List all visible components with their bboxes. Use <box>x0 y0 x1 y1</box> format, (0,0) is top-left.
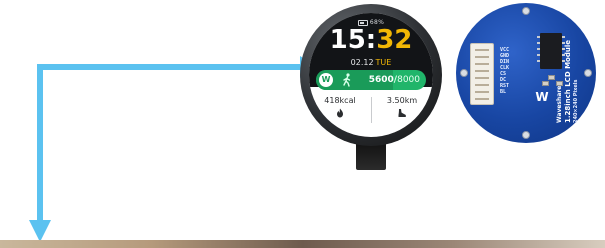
date-line: 02.12 TUE <box>309 58 433 67</box>
steps-count: 5600/8000 <box>369 70 420 90</box>
pcb-silkscreen-text: Waveshare 1.28inch LCD Module 240×240 Pi… <box>556 13 579 123</box>
product-photo-scene: 68% 15:32 02.12 TUE W 5600/8000 418kcal … <box>0 0 605 248</box>
round-lcd-display: 68% 15:32 02.12 TUE W 5600/8000 418kcal … <box>296 0 446 175</box>
mounting-hole <box>522 7 530 15</box>
smd-component <box>548 75 555 80</box>
calories-value: 418kcal <box>324 96 356 105</box>
mounting-hole <box>584 69 592 77</box>
distance-stat: 3.50km <box>371 95 433 118</box>
distance-value: 3.50km <box>386 96 418 105</box>
smd-component <box>542 81 549 86</box>
lcd-screen: 68% 15:32 02.12 TUE W 5600/8000 418kcal … <box>309 13 433 137</box>
clock-minutes: 32 <box>376 25 413 55</box>
board-model: 1.28inch LCD Module <box>564 40 572 123</box>
photo-strip-bottom <box>0 240 605 248</box>
board-brand: Waveshare <box>556 85 563 123</box>
clock-time: 15:32 <box>309 27 433 53</box>
lcd-module-pcb: VCC GND DIN CLK CS DC RST BL W Waveshare… <box>456 3 596 143</box>
clock-separator: : <box>365 25 377 55</box>
pin-labels: VCC GND DIN CLK CS DC RST BL <box>500 47 509 95</box>
walking-icon <box>341 73 353 87</box>
date-day: 02.12 <box>350 58 374 67</box>
calories-stat: 418kcal <box>309 95 371 118</box>
waveshare-logo-icon: W <box>319 73 333 87</box>
mounting-hole <box>522 131 530 139</box>
pin-header-connector <box>470 43 494 105</box>
waveshare-board-logo-icon: W <box>535 90 549 104</box>
activity-stats: 418kcal 3.50km <box>309 95 433 137</box>
pin-label: BL <box>500 89 507 95</box>
steps-current: 5600 <box>368 75 394 85</box>
board-resolution: 240×240 Pixels <box>573 79 579 124</box>
date-weekday: TUE <box>375 58 392 67</box>
steps-progress-bar: W 5600/8000 <box>316 70 426 90</box>
steps-goal: 8000 <box>397 75 420 85</box>
mounting-hole <box>460 69 468 77</box>
shoe-icon <box>398 109 406 117</box>
fire-icon <box>337 108 343 118</box>
clock-hours: 15 <box>329 25 366 55</box>
